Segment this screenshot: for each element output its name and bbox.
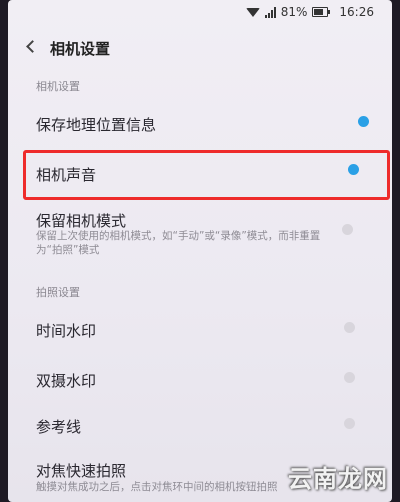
signal-icon (264, 6, 276, 18)
setting-row-dual-watermark[interactable]: 双摄水印 (8, 362, 392, 400)
battery-icon (312, 7, 331, 17)
keep-mode-toggle[interactable] (342, 224, 353, 235)
clock: 16:26 (339, 5, 374, 19)
header: 相机设置 (8, 30, 392, 70)
section-header-camera: 相机设置 (36, 80, 80, 93)
status-bar: 81% 16:26 (8, 0, 392, 26)
setting-label-time-watermark: 时间水印 (36, 322, 97, 340)
watermark-logo: 云南龙网 (288, 465, 388, 493)
dual-watermark-toggle[interactable] (344, 372, 355, 383)
setting-label-keep-mode: 保留相机模式 (36, 212, 127, 230)
time-watermark-toggle[interactable] (344, 322, 355, 333)
settings-screen: 81% 16:26 相机设置 相机设置 保存地理位置信息 相机声音 保留相机模式… (8, 0, 392, 502)
wifi-icon (245, 7, 260, 17)
battery-percent: 81% (280, 5, 308, 19)
setting-desc-keep-mode: 保留上次使用的相机模式，如“手动”或“录像”模式，而非重置为“拍照”模式 (36, 230, 321, 256)
page-title: 相机设置 (50, 40, 111, 58)
highlight-box (23, 150, 390, 200)
back-arrow-icon[interactable] (26, 40, 39, 53)
setting-label-location: 保存地理位置信息 (36, 116, 157, 134)
setting-row-time-watermark[interactable]: 时间水印 (8, 310, 392, 348)
setting-label-grid: 参考线 (36, 418, 82, 436)
setting-row-keep-mode[interactable]: 保留相机模式 保留上次使用的相机模式，如“手动”或“录像”模式，而非重置为“拍照… (8, 204, 392, 266)
location-toggle[interactable] (358, 116, 369, 127)
setting-row-grid[interactable]: 参考线 (8, 410, 392, 448)
setting-label-dual-watermark: 双摄水印 (36, 372, 97, 390)
grid-toggle[interactable] (344, 418, 355, 429)
setting-label-focus-shoot: 对焦快速拍照 (36, 462, 127, 480)
setting-row-location[interactable]: 保存地理位置信息 (8, 104, 392, 144)
section-header-shooting: 拍照设置 (36, 286, 80, 299)
